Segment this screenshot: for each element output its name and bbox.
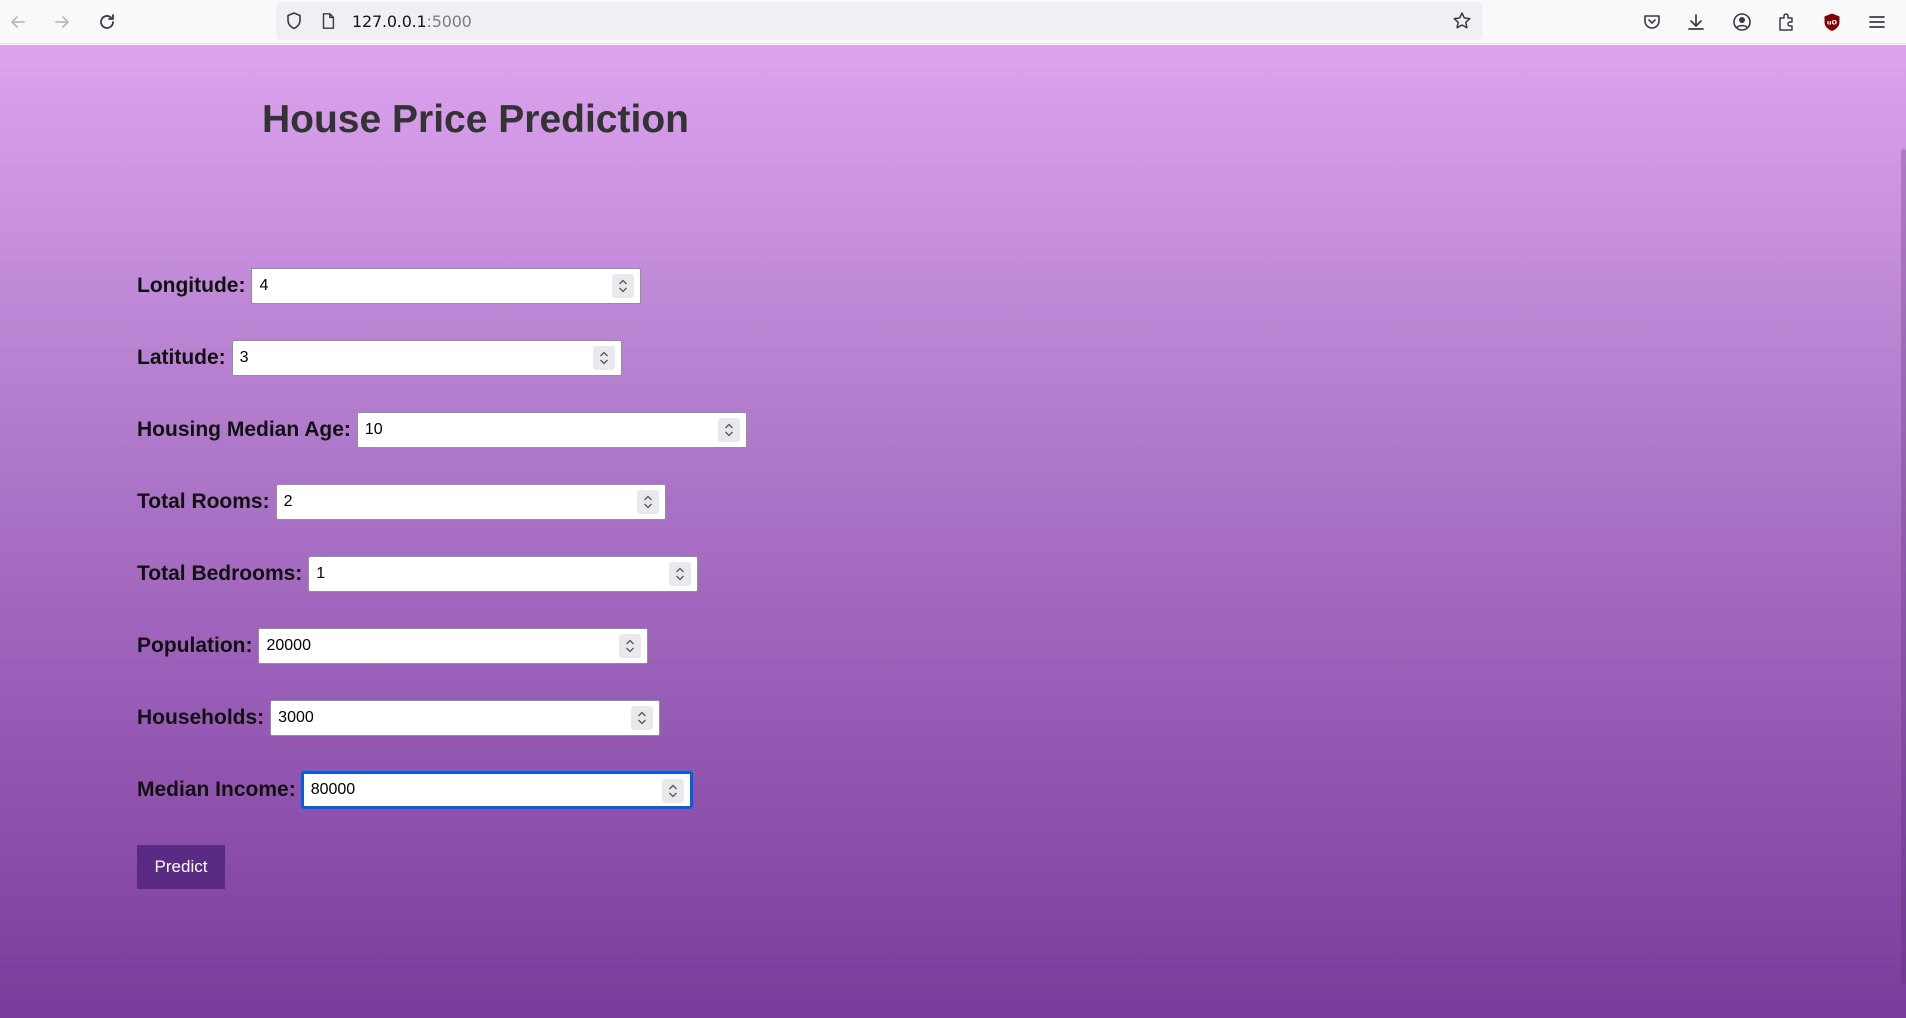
number-spinner-icon[interactable]	[612, 274, 635, 298]
forward-arrow-icon[interactable]	[44, 4, 80, 40]
field-row-longitude: Longitude:	[137, 268, 642, 304]
number-spinner-icon[interactable]	[631, 706, 654, 730]
number-spinner-icon[interactable]	[592, 346, 615, 370]
page-icon[interactable]	[318, 11, 338, 31]
url-port: :5000	[426, 12, 472, 31]
latitude-input[interactable]	[231, 340, 622, 376]
latitude-field[interactable]	[232, 341, 621, 375]
total-bedrooms-field[interactable]	[309, 557, 698, 591]
pocket-icon[interactable]	[1634, 4, 1670, 40]
svg-text:uO: uO	[1827, 19, 1838, 27]
download-icon[interactable]	[1678, 4, 1714, 40]
url-text[interactable]: 127.0.0.1:5000	[352, 12, 472, 31]
field-label: Total Rooms:	[137, 490, 270, 513]
field-label: Housing Median Age:	[137, 418, 351, 441]
housing-median-age-field[interactable]	[357, 413, 746, 447]
field-label: Latitude:	[137, 346, 226, 369]
field-row-median-income: Median Income:	[137, 771, 693, 809]
number-spinner-icon[interactable]	[717, 418, 740, 442]
number-spinner-icon[interactable]	[669, 562, 692, 586]
page-viewport: House Price Prediction Longitude: Latitu…	[0, 45, 1906, 1018]
menu-icon[interactable]	[1859, 4, 1895, 40]
households-field[interactable]	[271, 701, 660, 735]
total-bedrooms-input[interactable]	[308, 556, 699, 592]
number-spinner-icon[interactable]	[636, 490, 659, 514]
total-rooms-field[interactable]	[276, 485, 665, 519]
population-field[interactable]	[259, 629, 648, 663]
url-host: 127.0.0.1	[352, 12, 427, 31]
extensions-icon[interactable]	[1768, 4, 1804, 40]
page-title: House Price Prediction	[262, 98, 689, 141]
ublock-icon[interactable]: uO	[1814, 4, 1850, 40]
reload-icon[interactable]	[89, 4, 125, 40]
field-label: Total Bedrooms:	[137, 562, 303, 585]
households-input[interactable]	[270, 700, 661, 736]
field-label: Population:	[137, 634, 253, 657]
field-label: Median Income:	[137, 778, 296, 801]
field-label: Households:	[137, 706, 265, 729]
longitude-field[interactable]	[252, 269, 641, 303]
field-row-population: Population:	[137, 628, 649, 664]
vertical-scrollbar[interactable]	[1901, 149, 1906, 985]
shield-icon[interactable]	[284, 11, 304, 31]
population-input[interactable]	[258, 628, 649, 664]
median-income-input[interactable]	[300, 771, 693, 809]
field-label: Longitude:	[137, 274, 246, 297]
url-bar[interactable]: 127.0.0.1:5000	[276, 2, 1482, 40]
bookmark-star-icon[interactable]	[1452, 11, 1472, 31]
field-row-total-bedrooms: Total Bedrooms:	[137, 556, 699, 592]
median-income-field[interactable]	[303, 774, 690, 806]
field-row-total-rooms: Total Rooms:	[137, 484, 666, 520]
account-icon[interactable]	[1724, 4, 1760, 40]
field-row-latitude: Latitude:	[137, 340, 622, 376]
browser-toolbar: 127.0.0.1:5000 uO	[0, 0, 1906, 44]
number-spinner-icon[interactable]	[661, 779, 684, 803]
longitude-input[interactable]	[251, 268, 642, 304]
back-arrow-icon[interactable]	[0, 4, 36, 40]
number-spinner-icon[interactable]	[619, 634, 642, 658]
field-row-households: Households:	[137, 700, 661, 736]
housing-median-age-input[interactable]	[356, 412, 747, 448]
predict-button[interactable]: Predict	[137, 845, 225, 889]
total-rooms-input[interactable]	[275, 484, 666, 520]
field-row-housing-median-age: Housing Median Age:	[137, 412, 747, 448]
